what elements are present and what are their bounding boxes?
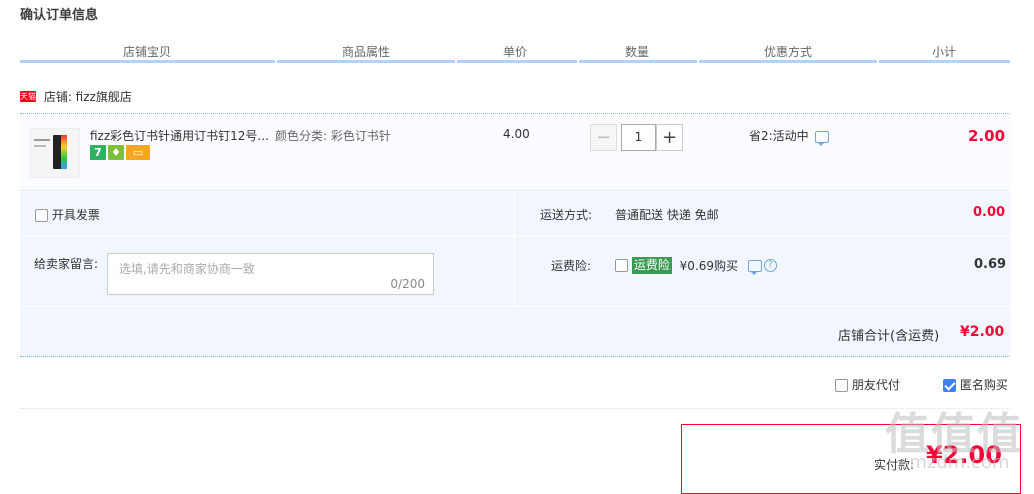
- anonymous-purchase-option[interactable]: 匿名购买: [943, 376, 1008, 393]
- anonymous-purchase-label: 匿名购买: [959, 378, 1008, 392]
- shop-total-label: 店铺合计(含运费): [838, 329, 940, 344]
- shop-row: 天猫 店铺: fizz旗舰店: [20, 88, 132, 108]
- seller-message-label: 给卖家留言:: [34, 257, 99, 271]
- shipping-insurance-option: 运费险 ¥0.69购买 ?: [615, 257, 777, 275]
- anonymous-purchase-checkbox[interactable]: [943, 379, 956, 392]
- friend-pay-label: 朋友代付: [851, 378, 900, 392]
- header-underline: [20, 60, 275, 63]
- item-row: [20, 113, 1010, 191]
- unit-price: 4.00: [503, 127, 530, 141]
- divider: [20, 236, 1010, 237]
- divider: [514, 192, 515, 306]
- header-underline: [699, 60, 877, 63]
- header-underline: [457, 60, 577, 63]
- chat-icon[interactable]: [814, 130, 829, 146]
- thumbnail-detail: [34, 139, 50, 141]
- quantity-increase-button[interactable]: +: [656, 124, 683, 151]
- col-header-subtotal: 小计: [932, 45, 957, 59]
- quantity-input[interactable]: 1: [621, 124, 656, 151]
- thumbnail-detail: [61, 135, 67, 169]
- col-header-price: 单价: [503, 45, 528, 59]
- header-underline: [579, 60, 697, 63]
- service-badges: 7 ♦ ▭: [90, 145, 152, 161]
- shipping-insurance-checkbox[interactable]: [615, 259, 628, 272]
- shipping-insurance-tag: 运费险: [631, 257, 672, 274]
- credit-card-icon[interactable]: ▭: [126, 145, 150, 160]
- promotion-info: 省2:活动中: [749, 127, 829, 146]
- chat-icon[interactable]: [747, 259, 762, 275]
- shipping-fee: 0.00: [973, 205, 1006, 220]
- friend-pay-option[interactable]: 朋友代付: [835, 376, 900, 393]
- quantity-decrease-button[interactable]: −: [590, 124, 617, 151]
- shipping-insurance-price: ¥0.69购买: [679, 259, 739, 273]
- shipping-method-label: 运送方式:: [540, 208, 593, 222]
- invoice-option[interactable]: 开具发票: [35, 206, 100, 223]
- page-title: 确认订单信息: [20, 8, 99, 23]
- seller-message-placeholder: 选填,请先和商家协商一致: [119, 262, 255, 276]
- divider: [20, 408, 1010, 410]
- shop-name-link[interactable]: 店铺: fizz旗舰店: [44, 90, 132, 104]
- character-counter: 0/200: [390, 277, 425, 291]
- header-underline: [277, 60, 455, 63]
- shipping-method-value: 普通配送 快递 免邮: [615, 208, 719, 222]
- col-header-qty: 数量: [625, 45, 650, 59]
- shipping-insurance-label: 运费险:: [551, 259, 592, 273]
- product-thumbnail[interactable]: [30, 128, 80, 178]
- seller-message-input[interactable]: 选填,请先和商家协商一致 0/200: [107, 253, 434, 295]
- friend-pay-checkbox[interactable]: [835, 379, 848, 392]
- tmall-icon: 天猫: [20, 91, 36, 102]
- watermark-text: smzdm.com: [900, 452, 1010, 473]
- invoice-checkbox[interactable]: [35, 209, 48, 222]
- help-icon[interactable]: ?: [763, 259, 777, 272]
- product-name-link[interactable]: fizz彩色订书针通用订书钉12号...: [90, 127, 269, 144]
- seven-day-return-icon[interactable]: 7: [90, 145, 106, 160]
- promotion-text: 省2:活动中: [749, 129, 809, 143]
- product-attribute: 颜色分类: 彩色订书针: [275, 129, 391, 143]
- shipping-insurance-fee: 0.69: [974, 257, 1007, 272]
- header-underline: [879, 60, 1010, 63]
- divider: [20, 306, 1010, 307]
- col-header-attr: 商品属性: [342, 45, 391, 59]
- invoice-label: 开具发票: [51, 208, 100, 222]
- col-header-item: 店铺宝贝: [123, 45, 172, 59]
- thumbnail-detail: [34, 145, 46, 147]
- guarantee-icon[interactable]: ♦: [108, 145, 124, 160]
- shop-total-value: ¥2.00: [960, 324, 1005, 340]
- item-subtotal: 2.00: [968, 127, 1006, 145]
- col-header-promo: 优惠方式: [764, 45, 813, 59]
